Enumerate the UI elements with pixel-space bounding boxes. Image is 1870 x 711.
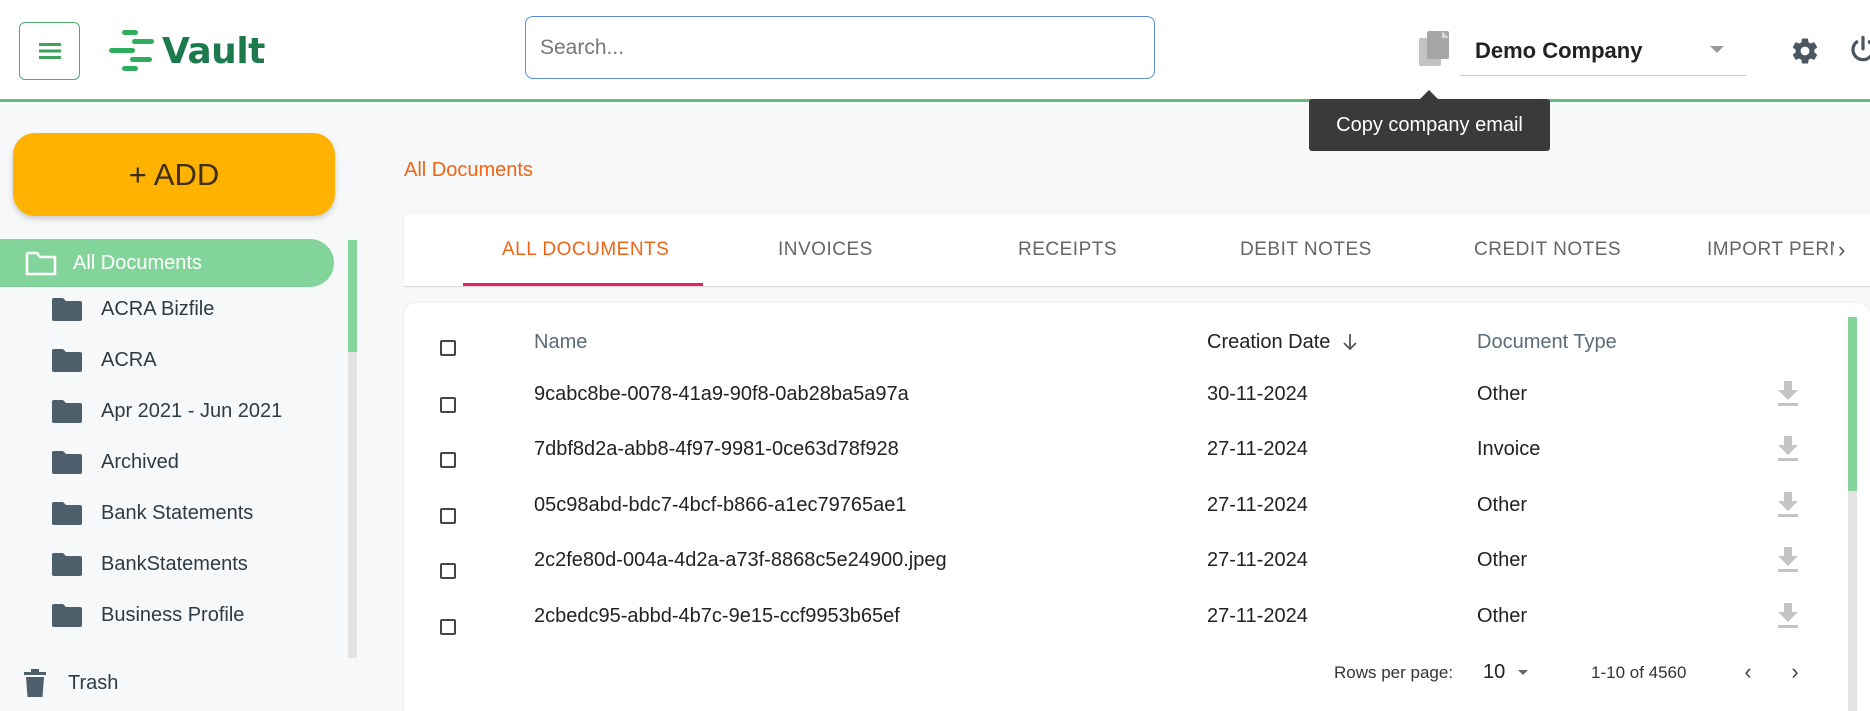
folder-icon <box>52 298 82 321</box>
chevron-left-icon[interactable]: ‹ <box>1735 659 1761 687</box>
rows-per-page-label: Rows per page: <box>1334 663 1454 682</box>
gear-icon[interactable] <box>1790 36 1820 66</box>
document-type: Other <box>1477 605 1528 627</box>
sidebar-item-trash[interactable]: Trash <box>24 665 118 701</box>
sidebar-folder[interactable]: ACRA Bizfile <box>0 287 340 331</box>
documents-table: Name Creation Date Document Type 9cabc8b… <box>404 303 1870 711</box>
hamburger-icon <box>38 43 61 59</box>
sidebar-item-label: All Documents <box>73 251 202 274</box>
tab-invoices[interactable]: INVOICES <box>778 239 873 261</box>
column-header-name[interactable]: Name <box>534 331 587 354</box>
document-type: Other <box>1477 383 1528 405</box>
vault-logo[interactable]: Vault <box>108 28 265 74</box>
company-name: Demo Company <box>1475 38 1643 63</box>
download-icon[interactable] <box>1775 601 1801 629</box>
sidebar-folder[interactable]: BankStatements <box>0 542 340 586</box>
download-icon[interactable] <box>1775 434 1801 462</box>
chevron-down-icon <box>1710 46 1724 53</box>
folder-icon <box>52 451 82 474</box>
creation-date: 27-11-2024 <box>1207 438 1308 460</box>
table-row[interactable]: 7dbf8d2a-abb8-4f97-9981-0ce63d78f928 27-… <box>404 424 1844 480</box>
sidebar-item-label: ACRA <box>101 348 157 371</box>
sidebar-scrollbar-thumb[interactable] <box>348 240 357 352</box>
sidebar-item-label: Archived <box>101 450 179 473</box>
tab-debit-notes[interactable]: DEBIT NOTES <box>1240 239 1372 261</box>
row-checkbox[interactable] <box>440 508 456 524</box>
document-name[interactable]: 9cabc8be-0078-41a9-90f8-0ab28ba5a97a <box>534 383 909 406</box>
folder-icon <box>52 604 82 627</box>
chevron-right-icon[interactable]: › <box>1838 237 1845 263</box>
folder-icon <box>52 400 82 423</box>
breadcrumb[interactable]: All Documents <box>404 159 533 182</box>
copy-email-tooltip: Copy company email <box>1309 90 1550 151</box>
copy-icon[interactable] <box>1418 30 1452 68</box>
folder-icon <box>52 349 82 372</box>
sidebar-item-label: Apr 2021 - Jun 2021 <box>101 399 283 422</box>
column-header-document-type[interactable]: Document Type <box>1477 331 1617 354</box>
rows-per-page-value: 10 <box>1483 661 1506 683</box>
menu-button[interactable] <box>19 22 80 80</box>
document-tabs: ALL DOCUMENTS INVOICES RECEIPTS DEBIT NO… <box>404 215 1870 287</box>
document-name[interactable]: 2c2fe80d-004a-4d2a-a73f-8868c5e24900.jpe… <box>534 549 947 572</box>
sidebar-item-label: ACRA Bizfile <box>101 297 215 320</box>
download-icon[interactable] <box>1775 545 1801 573</box>
arrow-down-icon <box>1343 334 1357 351</box>
folder-outline-icon <box>25 251 57 276</box>
creation-date: 27-11-2024 <box>1207 605 1308 627</box>
sidebar-folder[interactable]: Bank Statements <box>0 491 340 535</box>
tab-receipts[interactable]: RECEIPTS <box>1018 239 1117 261</box>
power-icon[interactable] <box>1848 34 1870 66</box>
app-name: Vault <box>162 30 265 72</box>
caret-down-icon <box>1518 670 1528 675</box>
table-scrollbar-thumb[interactable] <box>1848 317 1857 491</box>
document-type: Other <box>1477 549 1528 571</box>
sidebar-folder[interactable]: Apr 2021 - Jun 2021 <box>0 389 340 433</box>
vault-logo-icon <box>109 30 154 71</box>
sidebar-item-all-documents[interactable]: All Documents <box>0 239 334 287</box>
pagination-range: 1-10 of 4560 <box>1591 663 1687 682</box>
row-checkbox[interactable] <box>440 619 456 635</box>
document-name[interactable]: 2cbedc95-abbd-4b7c-9e15-ccf9953b65ef <box>534 605 900 628</box>
sidebar-item-label: Bank Statements <box>101 501 254 524</box>
sidebar-folder[interactable]: Business Profile <box>0 593 340 637</box>
creation-date: 30-11-2024 <box>1207 383 1308 405</box>
select-all-checkbox[interactable] <box>440 340 456 356</box>
tab-overflow: IMPORT PERMITS <box>1704 215 1834 283</box>
row-checkbox[interactable] <box>440 397 456 413</box>
table-row[interactable]: 05c98abd-bdc7-4bcf-b866-a1ec79765ae1 27-… <box>404 480 1844 536</box>
document-type: Invoice <box>1477 438 1541 460</box>
add-button[interactable]: + ADD <box>13 133 335 216</box>
row-checkbox[interactable] <box>440 452 456 468</box>
sidebar-item-label: Business Profile <box>101 603 245 626</box>
table-row[interactable]: 2cbedc95-abbd-4b7c-9e15-ccf9953b65ef 27-… <box>404 591 1844 647</box>
sidebar-folder[interactable]: ACRA <box>0 338 340 382</box>
trash-icon <box>24 669 46 697</box>
rows-per-page-select[interactable]: 10 <box>1483 661 1541 687</box>
search-input[interactable] <box>525 16 1155 79</box>
chevron-right-icon[interactable]: › <box>1782 659 1808 687</box>
row-checkbox[interactable] <box>440 563 456 579</box>
column-header-label: Creation Date <box>1207 331 1331 353</box>
tab-credit-notes[interactable]: CREDIT NOTES <box>1474 239 1621 261</box>
download-icon[interactable] <box>1775 379 1801 407</box>
tab-import-permits[interactable]: IMPORT PERMITS <box>1707 239 1834 261</box>
sidebar-item-label: BankStatements <box>101 552 248 575</box>
document-name[interactable]: 05c98abd-bdc7-4bcf-b866-a1ec79765ae1 <box>534 494 907 517</box>
creation-date: 27-11-2024 <box>1207 494 1308 516</box>
top-header: Vault Demo Company <box>0 0 1870 102</box>
folder-icon <box>52 553 82 576</box>
folder-icon <box>52 502 82 525</box>
download-icon[interactable] <box>1775 490 1801 518</box>
table-row[interactable]: 2c2fe80d-004a-4d2a-a73f-8868c5e24900.jpe… <box>404 535 1844 591</box>
document-type: Other <box>1477 494 1528 516</box>
creation-date: 27-11-2024 <box>1207 549 1308 571</box>
table-row[interactable]: 9cabc8be-0078-41a9-90f8-0ab28ba5a97a 30-… <box>404 369 1844 425</box>
tab-all-documents[interactable]: ALL DOCUMENTS <box>502 239 669 261</box>
sidebar-folder[interactable]: Archived <box>0 440 340 484</box>
active-tab-indicator <box>463 283 703 286</box>
trash-label: Trash <box>68 671 119 694</box>
document-name[interactable]: 7dbf8d2a-abb8-4f97-9981-0ce63d78f928 <box>534 438 899 461</box>
company-select[interactable]: Demo Company <box>1460 26 1746 76</box>
column-header-creation-date[interactable]: Creation Date <box>1207 331 1358 354</box>
